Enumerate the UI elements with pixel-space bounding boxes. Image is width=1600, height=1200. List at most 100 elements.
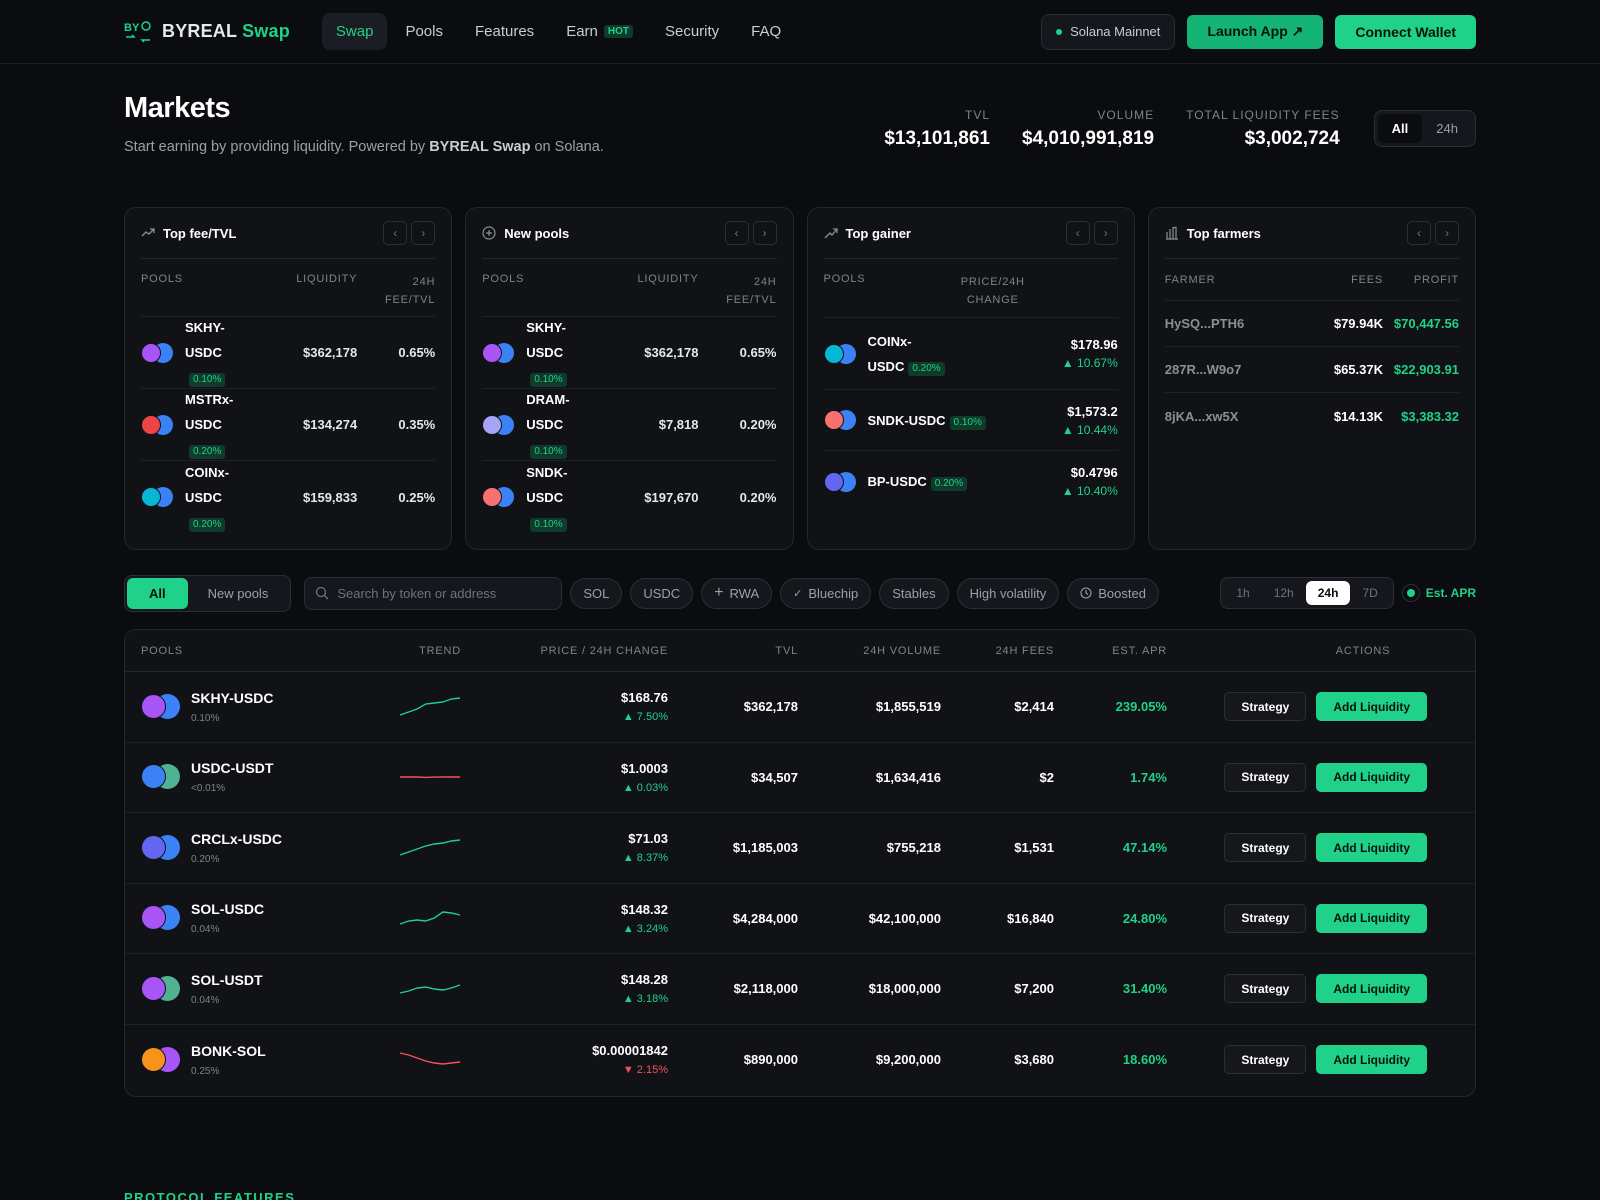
pool-name: BP-USDC (867, 474, 927, 489)
pool-name-line1: SKHY- (185, 320, 225, 335)
chip-boosted[interactable]: Boosted (1067, 577, 1159, 609)
nav-pools[interactable]: Pools (391, 13, 457, 50)
prev-arrow-icon[interactable]: ‹ (724, 221, 749, 245)
th-trend: TREND (419, 644, 461, 657)
price-change: ▲ 10.44% (1061, 422, 1118, 437)
strategy-button[interactable]: Strategy (1224, 903, 1307, 933)
launch-app-button[interactable]: Launch App ↗ (1187, 14, 1324, 49)
nav-security[interactable]: Security (651, 13, 733, 50)
sparkline-path (399, 984, 461, 994)
tab-new-pools[interactable]: New pools (188, 578, 289, 609)
pool-name-line1: MSTRx- (185, 392, 234, 407)
logo[interactable]: BY BYREAL Swap (124, 20, 290, 44)
trend-sparkline (399, 984, 461, 994)
sparkline-path (399, 839, 461, 856)
fees-value: $3,680 (1014, 1052, 1054, 1068)
table-row[interactable]: USDC-USDT <0.01% $1.0003 ▲ 0.03% $34,507 $1,6… (125, 743, 1475, 813)
chip-rwa[interactable]: + RWA (701, 577, 773, 609)
chip-bluechip[interactable]: ✓ Bluechip (780, 577, 872, 609)
tab-all[interactable]: All (127, 577, 188, 609)
list-item[interactable]: COINx- USDC 0.20% $178.96 ▲ 10.67% (823, 318, 1118, 390)
next-arrow-icon[interactable]: › (411, 221, 436, 245)
table-row[interactable]: SKHY-USDC 0.10% $168.76 ▲ 7.50% $362,178 $1,8… (125, 672, 1475, 743)
timeframe-12h[interactable]: 12h (1262, 581, 1306, 605)
add-liquidity-button[interactable]: Add Liquidity (1316, 903, 1427, 933)
table-row[interactable]: CRCLx-USDC 0.20% $71.03 ▲ 8.37% $1,185,003 $7… (125, 813, 1475, 884)
next-arrow-icon[interactable]: › (1093, 221, 1118, 245)
list-item[interactable]: 287R...W9o7 $65.37K $22,903.91 (1164, 347, 1459, 393)
price-change: ▼ 2.15% (622, 1064, 668, 1077)
table-row[interactable]: SOL-USDT 0.04% $148.28 ▲ 3.18% $2,118,000 $18… (125, 954, 1475, 1025)
pool-name[interactable]: USDC-USDT (191, 760, 273, 776)
token-pair-icon (141, 486, 175, 508)
add-liquidity-button[interactable]: Add Liquidity (1316, 762, 1427, 792)
pools-table: POOLS TREND PRICE / 24H CHANGE TVL 24H V… (124, 629, 1476, 1097)
list-item[interactable]: SNDK- USDC 0.10% $197,670 0.20% (482, 461, 777, 533)
pool-tabs: All New pools (124, 574, 292, 612)
chip-sol[interactable]: SOL (570, 577, 623, 609)
list-item[interactable]: COINx- USDC 0.20% $159,833 0.25% (141, 461, 435, 533)
table-body: SKHY-USDC 0.10% $168.76 ▲ 7.50% $362,178 $1,8… (125, 672, 1475, 1095)
prev-arrow-icon[interactable]: ‹ (1065, 221, 1090, 245)
add-liquidity-button[interactable]: Add Liquidity (1316, 974, 1427, 1004)
pool-name[interactable]: SOL-USDC (191, 901, 264, 917)
list-item[interactable]: BP-USDC 0.20% $0.4796 ▲ 10.40% (823, 451, 1118, 512)
strategy-button[interactable]: Strategy (1224, 974, 1307, 1004)
list-item[interactable]: DRAM- USDC 0.10% $7,818 0.20% (482, 389, 777, 461)
strategy-button[interactable]: Strategy (1224, 833, 1307, 863)
fee-tier: 0.25% (191, 1065, 220, 1077)
chip-usdc[interactable]: USDC (630, 577, 694, 609)
pool-name-line2: USDC (526, 345, 564, 360)
strategy-button[interactable]: Strategy (1224, 1045, 1307, 1075)
strategy-button[interactable]: Strategy (1224, 692, 1307, 722)
timeframe-24h[interactable]: 24h (1305, 581, 1351, 605)
list-item[interactable]: SKHY- USDC 0.10% $362,178 0.65% (482, 317, 777, 389)
table-row[interactable]: BONK-SOL 0.25% $0.00001842 ▼ 2.15% $890,000 $… (125, 1025, 1475, 1096)
add-liquidity-button[interactable]: Add Liquidity (1316, 692, 1427, 722)
prev-arrow-icon[interactable]: ‹ (1407, 221, 1431, 245)
list-item[interactable]: 8jKA...xw5X $14.13K $3,383.32 (1165, 393, 1459, 439)
market-stats: TVL $13,101,861 VOLUME $4,010,991,819 TOTA… (884, 108, 1476, 150)
next-arrow-icon[interactable]: › (752, 221, 777, 245)
chip-stables[interactable]: Stables (879, 577, 949, 609)
nav-faq[interactable]: FAQ (737, 13, 795, 50)
pool-name[interactable]: SOL-USDT (191, 972, 263, 988)
trend-sparkline (399, 911, 461, 925)
range-all[interactable]: All (1377, 114, 1423, 143)
strategy-button[interactable]: Strategy (1224, 762, 1307, 792)
pool-name-line2: USDC (526, 417, 564, 432)
connect-wallet-button[interactable]: Connect Wallet (1335, 14, 1476, 49)
nav-features[interactable]: Features (461, 13, 548, 50)
nav-swap[interactable]: Swap (321, 13, 388, 50)
table-row[interactable]: SOL-USDC 0.04% $148.32 ▲ 3.24% $4,284,000 $42… (125, 884, 1475, 954)
est-apr-toggle[interactable]: Est. APR (1401, 584, 1476, 602)
timeframe-7d[interactable]: 7D (1350, 581, 1389, 605)
pool-name[interactable]: CRCLx-USDC (191, 831, 282, 847)
stat-fees: TOTAL LIQUIDITY FEES $3,002,724 (1186, 108, 1340, 150)
next-arrow-icon[interactable]: › (1435, 221, 1459, 245)
card-top-farmers: Top farmers ‹ › FARMER FEES PROFIT HySQ..… (1147, 207, 1476, 550)
pool-name[interactable]: SKHY-USDC (191, 690, 273, 706)
price-value: $178.96 (1070, 337, 1118, 352)
chip-high-volatility[interactable]: High volatility (956, 577, 1060, 609)
pool-filters: All New pools SOL USDC + RWA ✓ Bluechip St… (124, 574, 1476, 612)
search-input[interactable] (337, 585, 538, 601)
range-24h[interactable]: 24h (1422, 114, 1472, 143)
th-price: PRICE / 24H CHANGE (540, 644, 668, 657)
pool-name[interactable]: BONK-SOL (191, 1043, 266, 1059)
pool-name-line2: USDC (185, 489, 222, 505)
add-liquidity-button[interactable]: Add Liquidity (1316, 833, 1427, 863)
price-value: $148.32 (621, 901, 668, 917)
timeframe-1h[interactable]: 1h (1224, 581, 1261, 605)
nav-earn[interactable]: Earn HOT (552, 13, 647, 50)
prev-arrow-icon[interactable]: ‹ (383, 221, 408, 245)
volume-value: $18,000,000 (868, 981, 941, 997)
list-item[interactable]: MSTRx- USDC 0.20% $134,274 0.35% (141, 389, 436, 461)
list-item[interactable]: SNDK-USDC 0.10% $1,573.2 ▲ 10.44% (823, 390, 1118, 451)
col-header-part: CHANGE (966, 294, 1019, 306)
add-liquidity-button[interactable]: Add Liquidity (1316, 1045, 1427, 1075)
list-item[interactable]: HySQ...PTH6 $79.94K $70,447.56 (1164, 301, 1459, 347)
list-item[interactable]: SKHY- USDC 0.10% $362,178 0.65% (141, 317, 436, 389)
clock-icon (1080, 587, 1092, 599)
network-selector[interactable]: Solana Mainnet (1041, 13, 1176, 50)
